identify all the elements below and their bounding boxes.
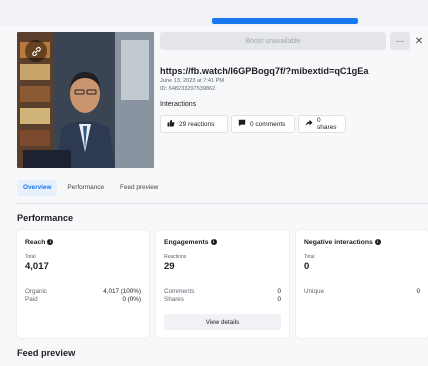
progress-bar: [212, 18, 358, 24]
negative-total: 0: [304, 261, 310, 272]
engagements-sub-label: Reactions: [164, 254, 187, 260]
row-value: 0: [277, 288, 281, 295]
tab-bar: Overview Performance Feed preview: [17, 180, 164, 196]
comments-chip[interactable]: 0 comments: [231, 115, 295, 133]
row-value: 0 (0%): [122, 296, 141, 303]
row-value: 0: [277, 296, 281, 303]
tab-overview[interactable]: Overview: [17, 180, 58, 196]
negative-unique-row: Unique 0: [304, 288, 420, 295]
engagements-comments-row: Comments 0: [164, 288, 281, 295]
more-options-button[interactable]: ···: [390, 32, 410, 50]
reach-card: Reach i Total 4,017 Organic 4,017 (100%) P…: [17, 230, 149, 338]
post-id: ID: 648233297539862: [160, 86, 216, 92]
reach-organic-row: Organic 4,017 (100%): [25, 288, 141, 295]
info-icon[interactable]: i: [210, 239, 217, 245]
post-date: June 13, 2023 at 7:41 PM: [160, 78, 225, 84]
info-icon[interactable]: i: [47, 239, 54, 245]
close-icon: ✕: [414, 35, 424, 47]
feed-preview-title: Feed preview: [17, 348, 76, 358]
row-label: Comments: [164, 288, 195, 295]
interactions-label: Interactions: [160, 101, 197, 108]
engagements-card: Engagements i Reactions 29 Comments 0 Shar…: [156, 230, 289, 338]
view-details-button[interactable]: View details: [164, 314, 281, 330]
close-button[interactable]: ✕: [413, 32, 425, 50]
post-url[interactable]: https://fb.watch/l6GPBogq7f/?mibextid=qC…: [160, 66, 369, 76]
info-icon[interactable]: i: [374, 239, 381, 245]
row-label: Unique: [304, 288, 324, 295]
more-icon: ···: [395, 36, 405, 46]
reach-total: 4,017: [25, 261, 49, 272]
negative-title-text: Negative interactions: [304, 239, 373, 246]
shares-count: 0 shares: [317, 117, 337, 131]
tab-performance[interactable]: Performance: [61, 180, 110, 196]
engagements-total: 29: [164, 261, 175, 272]
reach-sub-label: Total: [25, 254, 36, 260]
boost-unavailable-button[interactable]: Boost unavailable: [160, 32, 386, 50]
negative-card-title: Negative interactions i: [304, 239, 381, 246]
row-label: Paid: [25, 296, 38, 303]
row-label: Organic: [25, 288, 48, 295]
performance-title: Performance: [17, 213, 74, 223]
comment-icon: [238, 119, 246, 129]
thumbs-up-icon: [167, 119, 175, 129]
engagements-shares-row: Shares 0: [164, 296, 281, 303]
row-value: 4,017 (100%): [103, 288, 141, 295]
row-label: Shares: [164, 296, 184, 303]
row-value: 0: [416, 288, 420, 295]
tab-feed-preview[interactable]: Feed preview: [114, 180, 164, 196]
reach-paid-row: Paid 0 (0%): [25, 296, 141, 303]
reach-title-text: Reach: [25, 239, 46, 246]
comments-count: 0 comments: [250, 120, 286, 128]
reactions-count: 29 reactions: [179, 120, 215, 128]
reach-card-title: Reach i: [25, 239, 54, 246]
video-thumbnail[interactable]: [17, 32, 154, 168]
negative-sub-label: Total: [304, 254, 315, 260]
tab-divider: [17, 203, 428, 204]
link-icon: [25, 40, 47, 62]
reactions-chip[interactable]: 29 reactions: [160, 115, 228, 133]
share-icon: [305, 119, 313, 129]
negative-interactions-card: Negative interactions i Total 0 Unique 0: [296, 230, 428, 338]
engagements-title-text: Engagements: [164, 239, 209, 246]
engagements-card-title: Engagements i: [164, 239, 217, 246]
shares-chip[interactable]: 0 shares: [298, 115, 346, 133]
